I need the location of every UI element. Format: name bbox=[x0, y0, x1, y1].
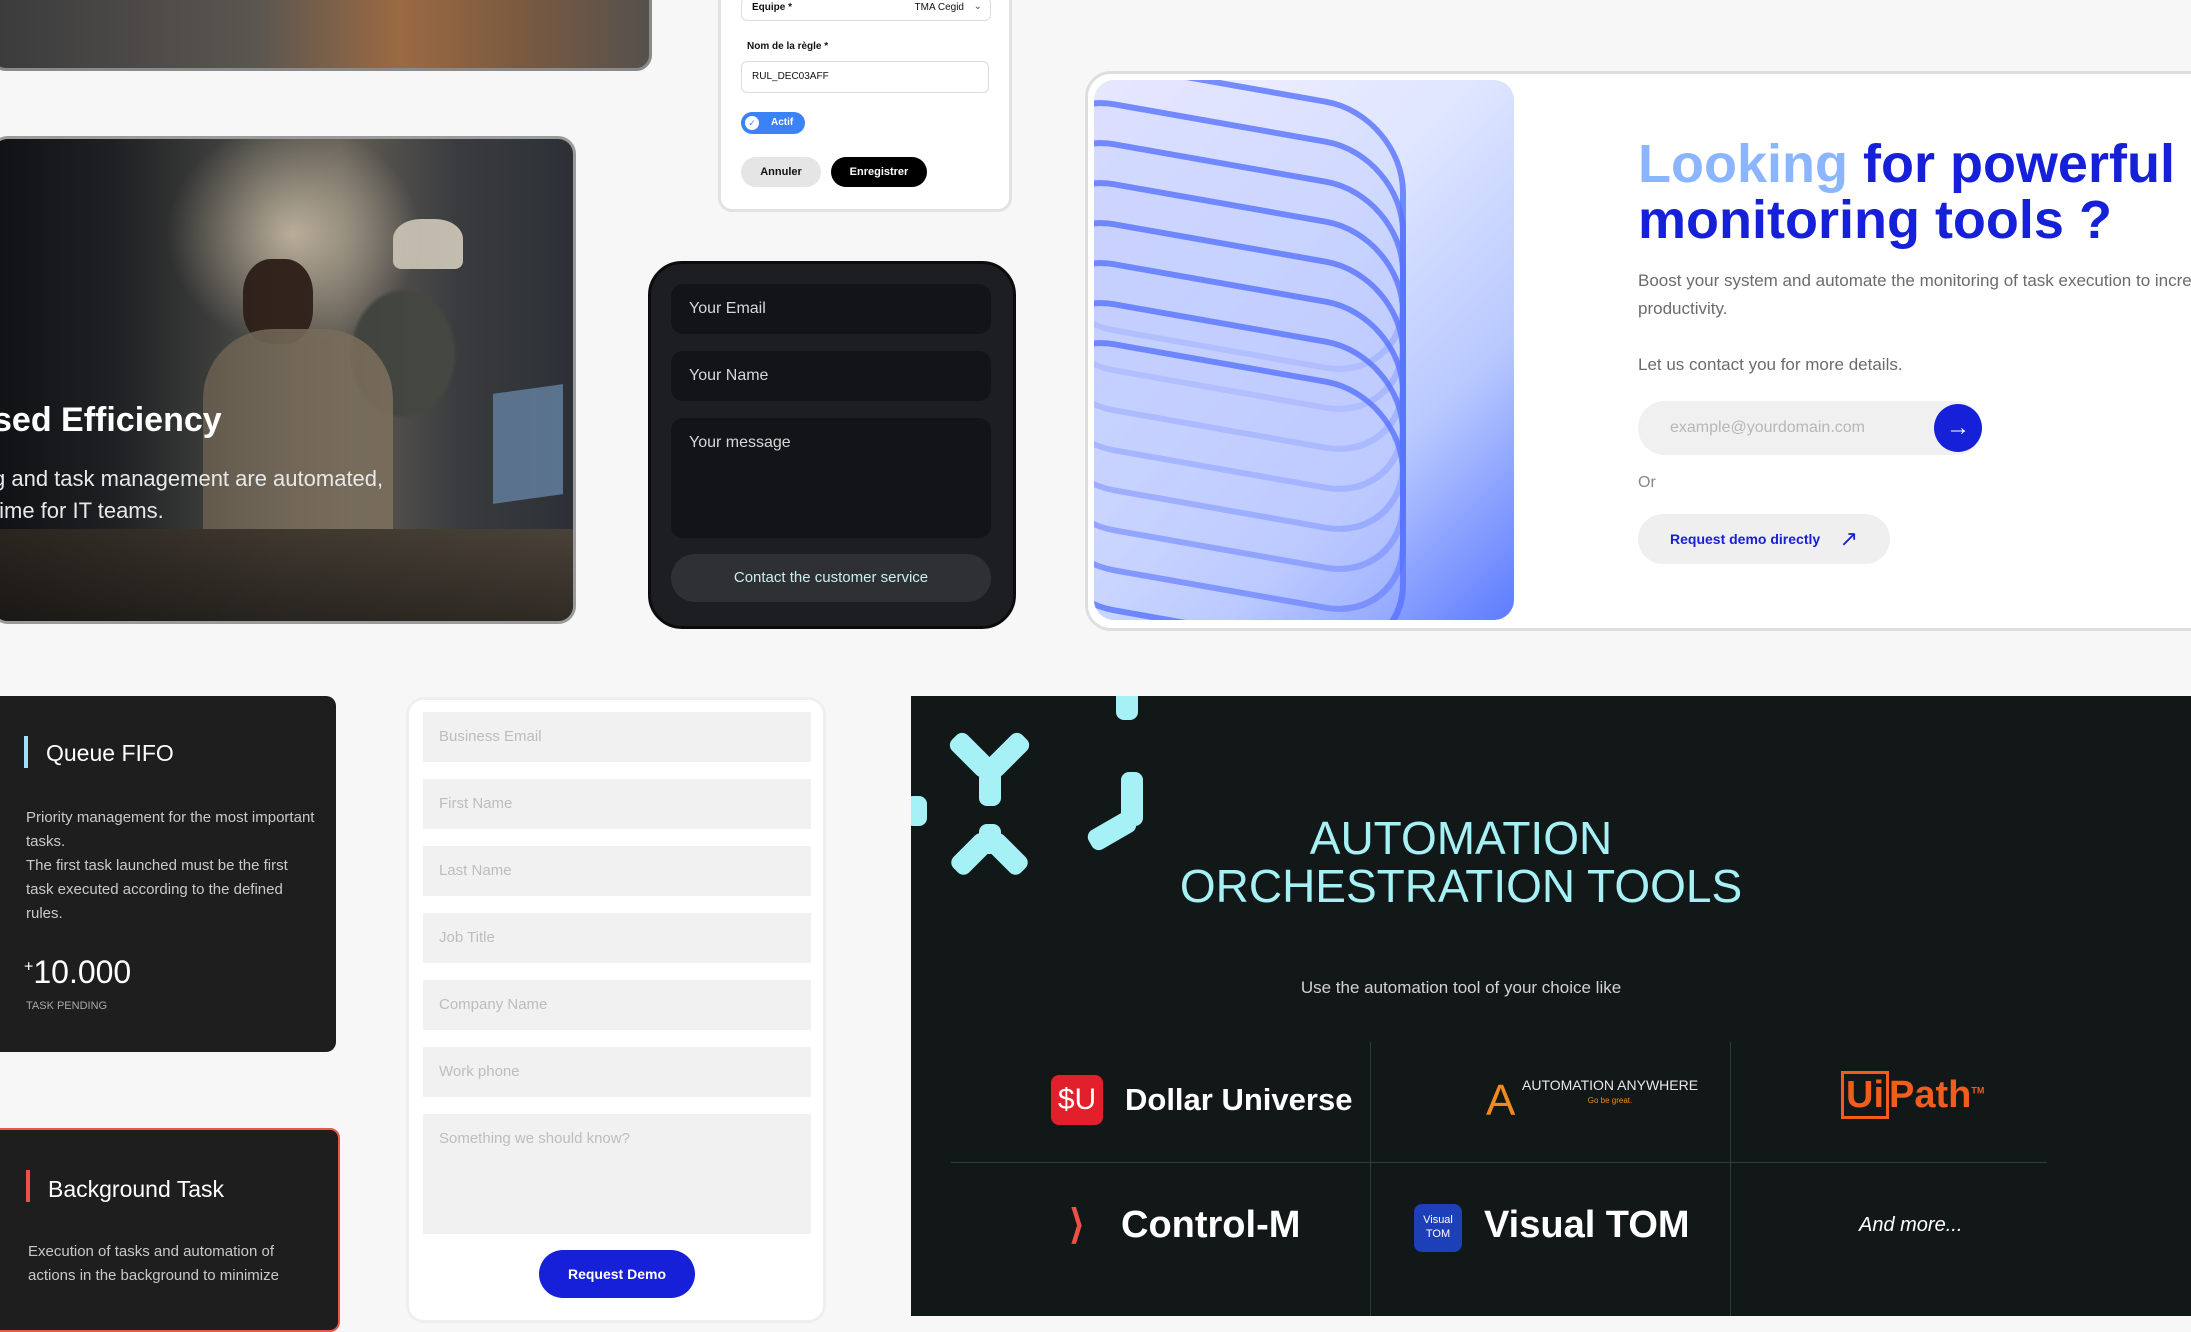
dollar-universe-icon: $U bbox=[1051, 1075, 1103, 1125]
business-email-field[interactable]: Business Email bbox=[423, 712, 811, 762]
chevron-down-icon: ⌄ bbox=[973, 1, 982, 12]
tool-uipath: Ui PathTM bbox=[1841, 1071, 1984, 1119]
team-value: TMA Cegid bbox=[914, 2, 964, 13]
rule-name-input[interactable]: RUL_DEC03AFF bbox=[741, 61, 989, 93]
check-icon: ✓ bbox=[745, 116, 759, 130]
grid-divider bbox=[951, 1162, 2047, 1163]
job-title-field[interactable]: Job Title bbox=[423, 913, 811, 963]
uipath-icon: Ui bbox=[1841, 1071, 1889, 1119]
and-more-label: And more... bbox=[1859, 1214, 1963, 1236]
top-photo-card bbox=[0, 0, 652, 71]
feature-description: Execution of tasks and automation of act… bbox=[28, 1243, 279, 1284]
team-label: Equipe * bbox=[752, 2, 793, 13]
arrow-up-right-icon: ↗ bbox=[1839, 526, 1858, 551]
arrow-right-icon[interactable]: → bbox=[1934, 404, 1982, 452]
hero-paragraph-line1: Boost your system and automate the monit… bbox=[1638, 271, 2191, 290]
work-phone-field[interactable]: Work phone bbox=[423, 1047, 811, 1097]
team-select[interactable]: Equipe * TMA Cegid ⌄ bbox=[741, 0, 991, 21]
first-name-field[interactable]: First Name bbox=[423, 779, 811, 829]
grid-divider bbox=[1730, 1042, 1731, 1316]
feature-description: Priority management for the most importa… bbox=[26, 809, 315, 922]
tool-control-m: Control-M bbox=[1121, 1204, 1301, 1246]
tool-dollar-universe: Dollar Universe bbox=[1125, 1082, 1353, 1117]
hero-email-input[interactable]: example@yourdomain.com → bbox=[1638, 401, 1982, 455]
photo-subtitle: g and task management are automated, tim… bbox=[0, 466, 384, 523]
email-placeholder: example@yourdomain.com bbox=[1670, 419, 1865, 436]
active-label: Actif bbox=[771, 117, 794, 128]
accent-bar bbox=[24, 736, 28, 768]
feature-card-queue: Queue FIFO Priority management for the m… bbox=[0, 696, 336, 1052]
feature-caption: TASK PENDING bbox=[26, 1000, 108, 1012]
feature-count: +10.000 bbox=[24, 954, 132, 990]
email-field[interactable]: Your Email bbox=[671, 284, 991, 334]
hero-title: Looking for powerful monitoring tools ? bbox=[1638, 134, 2175, 250]
feature-title: Queue FIFO bbox=[46, 740, 174, 766]
monitoring-hero-card: Looking for powerful monitoring tools ? … bbox=[1085, 71, 2191, 631]
grid-divider bbox=[1370, 1042, 1371, 1316]
cancel-button[interactable]: Annuler bbox=[741, 157, 821, 187]
or-label: Or bbox=[1638, 474, 1656, 491]
automation-subtitle: Use the automation tool of your choice l… bbox=[1300, 978, 1622, 997]
rule-name-label: Nom de la règle * bbox=[747, 41, 829, 52]
save-button[interactable]: Enregistrer bbox=[831, 157, 927, 187]
request-demo-link[interactable]: Request demo directly ↗ bbox=[1638, 514, 1890, 564]
tool-automation-anywhere: AUTOMATION ANYWHERE Go be great. bbox=[1522, 1077, 1699, 1105]
visual-tom-icon: Visual TOM bbox=[1414, 1204, 1462, 1252]
accent-bar bbox=[26, 1170, 30, 1202]
request-demo-button[interactable]: Request Demo bbox=[539, 1250, 695, 1298]
automation-title: AUTOMATION ORCHESTRATION TOOLS bbox=[1179, 812, 1743, 912]
contact-line: Let us contact you for more details. bbox=[1638, 355, 1903, 374]
message-field[interactable]: Your message bbox=[671, 418, 991, 538]
automation-panel: AUTOMATION ORCHESTRATION TOOLS Use the au… bbox=[911, 696, 2191, 1316]
contact-service-button[interactable]: Contact the customer service bbox=[671, 554, 991, 602]
photo-title: sed Efficiency bbox=[0, 401, 222, 439]
name-field[interactable]: Your Name bbox=[671, 351, 991, 401]
feature-card-background: Background Task Execution of tasks and a… bbox=[0, 1128, 340, 1332]
company-name-field[interactable]: Company Name bbox=[423, 980, 811, 1030]
last-name-field[interactable]: Last Name bbox=[423, 846, 811, 896]
tool-visual-tom: Visual TOM bbox=[1484, 1204, 1690, 1246]
efficiency-photo-card: sed Efficiency g and task management are… bbox=[0, 136, 576, 624]
active-toggle[interactable]: ✓ Actif bbox=[741, 112, 805, 134]
hero-paragraph-line2: productivity. bbox=[1638, 299, 1728, 318]
glass-layers-illustration bbox=[1094, 80, 1514, 620]
lead-form-card: Business Email First Name Last Name Job … bbox=[406, 697, 826, 1323]
control-m-icon: ⟩ bbox=[1069, 1203, 1085, 1247]
photo-overlay bbox=[0, 139, 573, 621]
automation-anywhere-icon: A bbox=[1486, 1076, 1516, 1125]
rule-form-card: Equipe * TMA Cegid ⌄ Nom de la règle * R… bbox=[718, 0, 1012, 212]
feature-title: Background Task bbox=[48, 1176, 225, 1202]
notes-field[interactable]: Something we should know? bbox=[423, 1114, 811, 1234]
contact-card: Your Email Your Name Your message Contac… bbox=[648, 261, 1016, 629]
